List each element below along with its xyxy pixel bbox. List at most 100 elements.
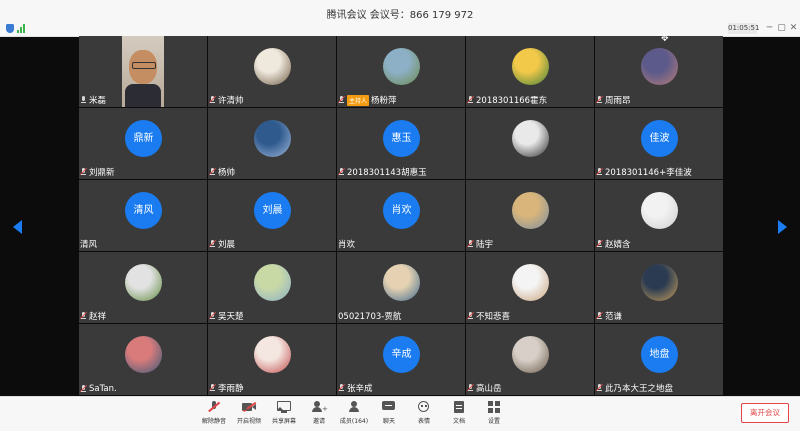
participant-name: 杨粉萍 [371,96,397,106]
mute-slash [208,167,217,176]
next-page-arrow-icon[interactable] [778,220,787,234]
mic-muted-icon [79,384,88,393]
toolbar-label: 文档 [452,418,465,425]
participant-tile[interactable]: 周雨昂 [595,36,723,107]
participant-name: 2018301166霍东 [476,96,548,106]
participant-tile[interactable]: 吴天楚 [208,252,336,323]
participant-name: 刘晨 [218,240,236,250]
participant-tile[interactable]: 清风 清风 [79,180,207,251]
participant-tile[interactable]: 地盘 此乃本大王之地盘 [595,324,723,395]
participant-tile[interactable]: 鼎新 刘鼎新 [79,108,207,179]
mute-slash [337,95,346,104]
participant-tile[interactable]: 不知悲喜 [466,252,594,323]
video-options-caret-icon[interactable] [277,407,283,410]
participant-tile[interactable]: 佳波 2018301146+李佳波 [595,108,723,179]
participant-name-row: 赵婧含 [595,238,631,250]
participant-tile[interactable]: 赵祥 [79,252,207,323]
mic-options-caret-icon[interactable] [242,407,248,410]
toolbar-label: 共享屏幕 [271,418,296,425]
window-title: 腾讯会议 会议号：866 179 972 [326,10,474,21]
participant-tile[interactable]: 刘晨 刘晨 [208,180,336,251]
toolbar-label: 邀请 [312,418,325,425]
participant-name-row: 许清帅 [208,94,244,106]
participant-name: 张辛成 [347,384,373,394]
toolbar-button-members[interactable]: 成员(164) [336,401,372,429]
participant-tile[interactable]: 陆宇 [466,180,594,251]
emoji-icon [417,401,431,413]
bottom-toolbar: 解除静音 开启视频 共享屏幕 + 邀请 成员(164) 聊天 表情 文档 设置 [0,396,800,431]
invite-icon: + [312,401,328,413]
participant-tile[interactable]: 赵婧含 [595,180,723,251]
meeting-timer: 01:05:51 [728,23,760,34]
participant-tile[interactable]: SaTan. [79,324,207,395]
toolbar-button-settings[interactable]: 设置 [476,401,512,429]
participant-name: 刘鼎新 [89,168,115,178]
participant-avatar [641,192,678,229]
mute-slash [466,311,475,320]
toolbar-button-invite[interactable]: + 邀请 [301,401,337,429]
video-shirt [125,84,161,107]
mic-muted-icon [207,401,221,413]
participant-avatar [512,264,549,301]
leave-meeting-button[interactable]: 离开会议 [741,403,789,423]
participant-avatar [512,120,549,157]
participant-tile[interactable]: 杨帅 [208,108,336,179]
participant-name-row: 杨帅 [208,166,235,178]
participant-name-row: 张辛成 [337,382,373,394]
participant-name-row: 陆宇 [466,238,493,250]
document-icon [452,401,466,413]
toolbar-button-emoji[interactable]: 表情 [406,401,442,429]
participant-name: 米磊 [89,96,107,106]
participant-tile[interactable]: 辛成张辛成 [337,324,465,395]
toolbar-button-document[interactable]: 文档 [441,401,477,429]
network-signal-icon[interactable] [17,24,27,33]
toolbar-button-video-off[interactable]: 开启视频 [231,401,267,429]
security-shield-icon[interactable] [6,24,14,33]
mic-muted-icon [337,383,346,392]
participant-avatar [254,48,291,85]
participant-name-row: 2018301143胡惠玉 [337,166,427,178]
mic-muted-icon [337,95,346,104]
close-icon[interactable]: ✕ [788,23,799,34]
participant-tile[interactable]: 米磊 [79,36,207,107]
host-badge: 主持人 [347,94,370,106]
participant-tile[interactable]: 2018301166霍东 [466,36,594,107]
participant-avatar [254,264,291,301]
participant-avatar: 辛成 [383,336,420,373]
participant-tile[interactable]: 肖欢 肖欢 [337,180,465,251]
participant-name: 肖欢 [338,240,356,250]
mute-slash [595,239,604,248]
participant-tile[interactable]: 主持人 杨粉萍 [337,36,465,107]
participant-tile[interactable]: 高山岳 [466,324,594,395]
participant-name: 周雨昂 [605,96,631,106]
participant-name-row: 刘晨 [208,238,236,250]
toolbar-button-mic-muted[interactable]: 解除静音 [196,401,232,429]
participant-name-row: 李雨静 [208,382,244,394]
mute-slash [79,167,88,176]
participant-tile[interactable]: 李雨静 [208,324,336,395]
participant-tile[interactable]: 许清帅 [208,36,336,107]
mic-muted-icon [595,383,604,392]
mic-muted-icon [595,167,604,176]
participant-name: 05021703-贾航 [338,312,402,322]
participant-name-row: 清风 [80,238,97,250]
minimize-icon[interactable]: ─ [764,23,775,34]
participant-name-row: SaTan. [79,384,117,394]
toolbar-button-share-screen[interactable]: 共享屏幕 [266,401,302,429]
maximize-icon[interactable]: ▢ [776,23,787,34]
participant-tile[interactable] [466,108,594,179]
participant-avatar [512,192,549,229]
participant-tile[interactable]: 惠玉 2018301143胡惠玉 [337,108,465,179]
participant-avatar [125,264,162,301]
mute-slash [466,239,475,248]
participant-name: 清风 [80,240,98,250]
participant-tile[interactable]: 范谦 [595,252,723,323]
participant-name: 2018301146+李佳波 [605,168,692,178]
participant-avatar [125,336,162,373]
previous-page-arrow-icon[interactable] [13,220,22,234]
participant-name: 吴天楚 [218,312,244,322]
participant-tile[interactable]: 05021703-贾航 [337,252,465,323]
members-icon [347,401,361,413]
mic-muted-icon [595,95,604,104]
toolbar-button-chat[interactable]: 聊天 [371,401,407,429]
